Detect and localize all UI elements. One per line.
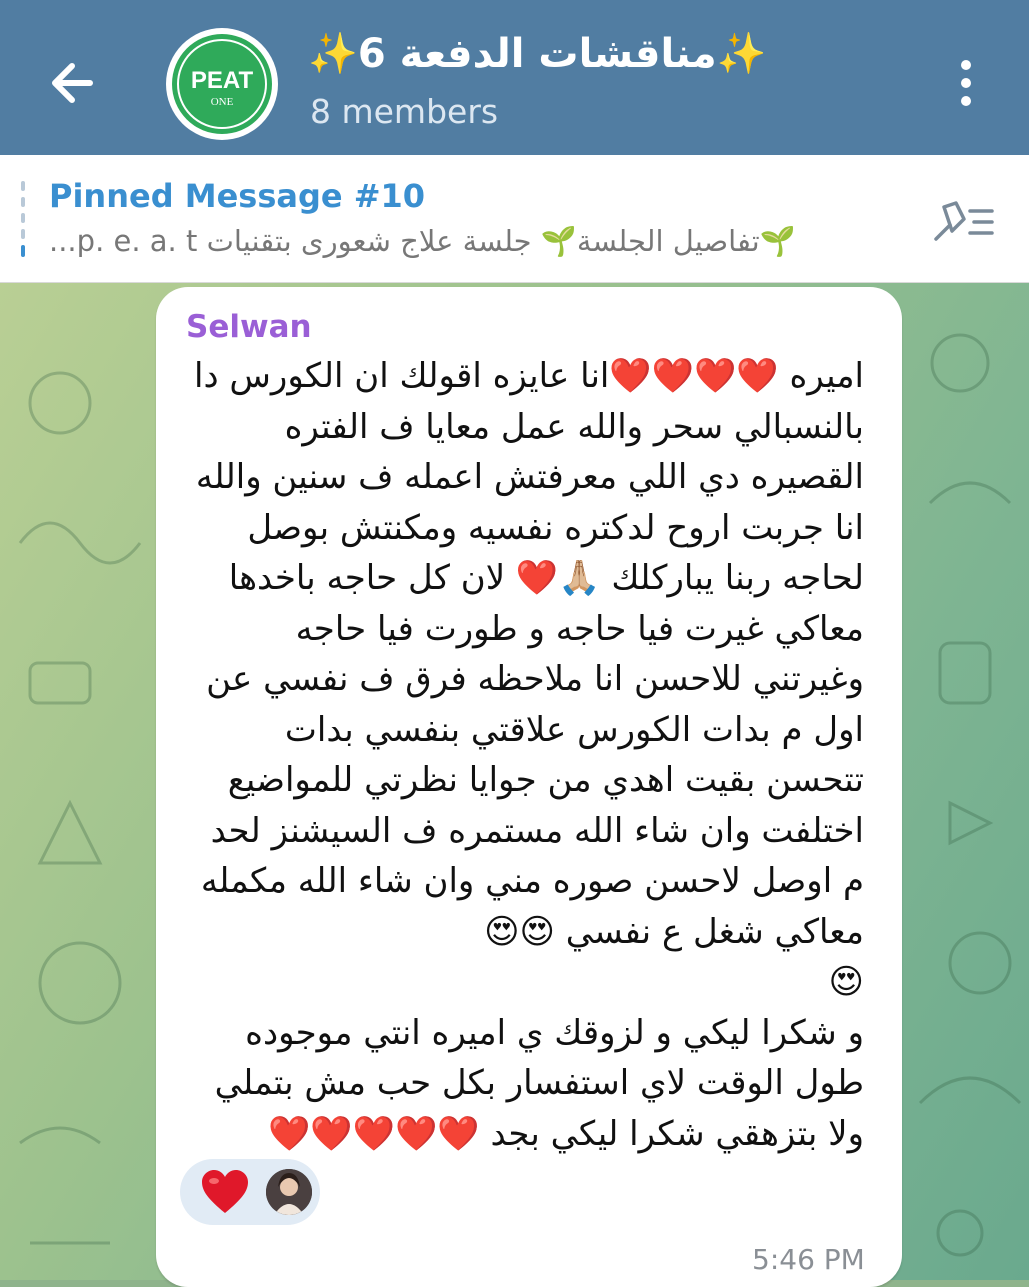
reactor-avatar xyxy=(266,1169,312,1215)
message-bubble[interactable]: Selwan اميره ❤️❤️❤️❤️انا عايزه اقولك ان … xyxy=(156,287,902,1287)
pinned-message-bar[interactable]: Pinned Message #10 🌱تفاصيل الجلسة🌱 جلسة … xyxy=(0,155,1029,283)
avatar-logo-text: PEAT xyxy=(191,67,254,94)
chat-header: PEAT ONE ✨مناقشات الدفعة 6✨ 8 members xyxy=(0,0,1029,155)
pinned-title: Pinned Message #10 xyxy=(49,177,426,215)
heart-reaction-icon xyxy=(200,1169,250,1215)
message-text: اميره ❤️❤️❤️❤️انا عايزه اقولك ان الكورس … xyxy=(194,356,864,1154)
pin-list-icon[interactable] xyxy=(930,199,996,245)
pinned-preview: 🌱تفاصيل الجلسة🌱 جلسة علاج شعورى بتقنيات … xyxy=(49,224,796,258)
more-menu-icon[interactable] xyxy=(946,55,986,111)
reaction-chip[interactable] xyxy=(180,1159,320,1225)
sender-name[interactable]: Selwan xyxy=(186,307,312,347)
pinned-indicator xyxy=(21,181,25,257)
group-avatar[interactable]: PEAT ONE xyxy=(166,28,278,140)
member-count[interactable]: 8 members xyxy=(310,90,498,134)
message-time: 5:46 PM xyxy=(752,1243,865,1276)
avatar-logo-subtext: ONE xyxy=(211,96,234,108)
chat-title[interactable]: ✨مناقشات الدفعة 6✨ xyxy=(308,28,766,80)
back-arrow-icon[interactable] xyxy=(38,48,108,118)
